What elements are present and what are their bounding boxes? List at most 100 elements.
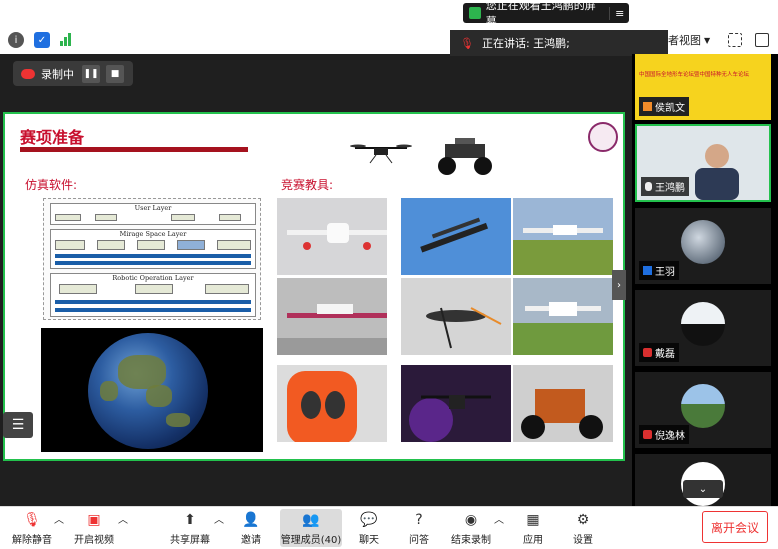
chevron-up-icon[interactable]: ︿ xyxy=(214,511,224,526)
drone-image xyxy=(350,144,412,164)
manage-members-button[interactable]: 👥 管理成员(40) xyxy=(280,509,342,547)
university-logo xyxy=(588,122,618,152)
user-layer-label: User Layer xyxy=(134,204,172,212)
participant-tile[interactable]: 中国国际全地形车论坛暨中国特种无人车论坛 侯凯文 xyxy=(635,54,771,120)
settings-label: 设置 xyxy=(573,535,593,546)
start-video-label: 开启视频 xyxy=(74,535,114,546)
participant-name-tag: 王羽 xyxy=(639,261,679,280)
quadplane-drone-photo xyxy=(277,198,387,275)
qa-label: 问答 xyxy=(409,535,429,546)
leave-meeting-button[interactable]: 离开会议 xyxy=(702,511,768,543)
slide-title: 赛项准备 xyxy=(20,128,85,147)
chevron-up-icon[interactable]: ︿ xyxy=(54,511,64,526)
participant-tile[interactable]: ⌄ xyxy=(635,454,771,506)
vtol-drone-indoor-photo xyxy=(277,278,387,355)
teaching-equipment-heading: 竞赛教具: xyxy=(281,178,334,192)
mic-muted-icon xyxy=(643,348,652,357)
earth-image xyxy=(41,328,263,452)
speaking-text: 正在讲话: 王鸿鹏; xyxy=(481,37,570,50)
end-recording-label: 结束录制 xyxy=(451,535,491,546)
end-recording-button[interactable]: ◉ 结束录制 xyxy=(450,511,492,546)
avatar xyxy=(681,384,725,428)
avatar xyxy=(681,220,725,264)
robotic-layer-label: Robotic Operation Layer xyxy=(112,274,194,282)
mic-muted-icon: 🎙 xyxy=(460,36,474,50)
fullscreen-icon[interactable] xyxy=(728,33,742,47)
vtol-drone-field-photo xyxy=(513,198,613,275)
collapse-panel-button[interactable]: ☰ xyxy=(3,412,33,438)
start-video-button[interactable]: ▣ 开启视频 xyxy=(70,511,118,546)
next-page-arrow[interactable]: › xyxy=(612,270,626,300)
record-stop-icon: ◉ xyxy=(464,512,478,528)
participant-name: 戴磊 xyxy=(655,349,675,360)
watching-text: 您正在观看王鸿鹏的屏幕 xyxy=(485,0,596,28)
video-off-icon: ▣ xyxy=(87,512,101,528)
signal-icon[interactable] xyxy=(60,32,71,46)
shield-icon[interactable]: ✓ xyxy=(34,32,50,48)
participant-name-tag: 侯凯文 xyxy=(639,97,689,116)
user-layer: User Layer xyxy=(50,203,256,225)
menu-icon[interactable]: ≡ xyxy=(609,6,629,20)
share-screen-icon: ⬆ xyxy=(184,512,196,528)
participant-tile[interactable]: 王羽 xyxy=(635,208,771,284)
participant-name-tag: 王鸿鹏 xyxy=(641,177,689,196)
unmanned-boat-photo xyxy=(277,365,387,442)
mic-muted-icon: 🎙 xyxy=(23,512,41,528)
participant-name: 倪逸林 xyxy=(655,431,685,442)
apps-button[interactable]: ▦ 应用 xyxy=(520,511,546,546)
members-icon: 👥 xyxy=(302,512,320,528)
mirage-layer-label: Mirage Space Layer xyxy=(119,230,187,238)
title-underline xyxy=(20,147,248,152)
participant-panel: 中国国际全地形车论坛暨中国特种无人车论坛 侯凯文 王鸿鹏 王羽 戴磊 倪逸林 ⌄ xyxy=(632,54,778,510)
apps-icon: ▦ xyxy=(526,512,540,528)
fixed-wing-drone-photo xyxy=(401,198,511,275)
participant-name-tag: 戴磊 xyxy=(639,343,679,362)
robot-car-photo xyxy=(513,365,613,442)
chevron-up-icon[interactable]: ︿ xyxy=(494,511,504,526)
shared-screen: 赛项准备 仿真软件: 竞赛教具: User Layer Mirage Space… xyxy=(3,112,625,461)
chevron-down-icon[interactable]: ⌄ xyxy=(683,480,723,498)
unmute-button[interactable]: 🎙 解除静音 xyxy=(10,511,54,546)
settings-button[interactable]: ⚙ 设置 xyxy=(570,511,596,546)
share-screen-label: 共享屏幕 xyxy=(170,535,210,546)
pause-icon[interactable]: ❚❚ xyxy=(82,64,100,83)
mic-icon xyxy=(645,182,652,191)
qa-icon: ? xyxy=(415,512,423,528)
info-icon[interactable]: i xyxy=(8,32,24,48)
add-user-icon: 👤 xyxy=(242,512,260,528)
stop-icon[interactable]: ■ xyxy=(106,64,124,83)
participant-tile-active[interactable]: 王鸿鹏 xyxy=(635,124,771,202)
view-mode-button[interactable]: 者视图 ▼ xyxy=(668,30,718,50)
speaking-indicator: 🎙 正在讲话: 王鸿鹏; xyxy=(450,30,668,56)
sidebar-toggle-icon[interactable] xyxy=(755,33,769,47)
gear-icon: ⚙ xyxy=(576,512,590,528)
drone-on-table-photo xyxy=(401,278,511,355)
invite-label: 邀请 xyxy=(241,535,261,546)
chat-icon: 💬 xyxy=(360,512,378,528)
avatar xyxy=(681,302,725,346)
participant-tile[interactable]: 戴磊 xyxy=(635,290,771,366)
chat-button[interactable]: 💬 聊天 xyxy=(356,511,382,546)
watching-screen-banner[interactable]: 您正在观看王鸿鹏的屏幕 ≡ xyxy=(463,0,629,28)
white-vtol-photo xyxy=(513,278,613,355)
share-screen-button[interactable]: ⬆ 共享屏幕 xyxy=(166,511,214,546)
participant-name-tag: 倪逸林 xyxy=(639,425,689,444)
recording-label: 录制中 xyxy=(41,67,74,81)
chevron-down-icon: ▼ xyxy=(704,35,711,45)
robotic-operation-layer: Robotic Operation Layer xyxy=(50,273,256,317)
chat-label: 聊天 xyxy=(359,535,379,546)
user-icon xyxy=(643,266,652,275)
meeting-toolbar: 🎙 解除静音 ︿ ▣ 开启视频 ︿ ⬆ 共享屏幕 ︿ 👤 邀请 👥 管理成员(4… xyxy=(0,506,778,549)
mirage-space-layer: Mirage Space Layer xyxy=(50,229,256,269)
chevron-up-icon[interactable]: ︿ xyxy=(118,511,128,526)
mic-muted-icon xyxy=(643,430,652,439)
qa-button[interactable]: ? 问答 xyxy=(406,511,432,546)
view-mode-label: 者视图 xyxy=(668,34,701,47)
screen-share-icon xyxy=(469,7,481,19)
ground-vehicle-image xyxy=(438,138,492,175)
participant-name: 王鸿鹏 xyxy=(655,183,685,194)
participant-tile[interactable]: 倪逸林 xyxy=(635,372,771,448)
invite-button[interactable]: 👤 邀请 xyxy=(236,511,266,546)
manage-members-label: 管理成员(40) xyxy=(280,535,342,546)
participant-name: 侯凯文 xyxy=(655,103,685,114)
